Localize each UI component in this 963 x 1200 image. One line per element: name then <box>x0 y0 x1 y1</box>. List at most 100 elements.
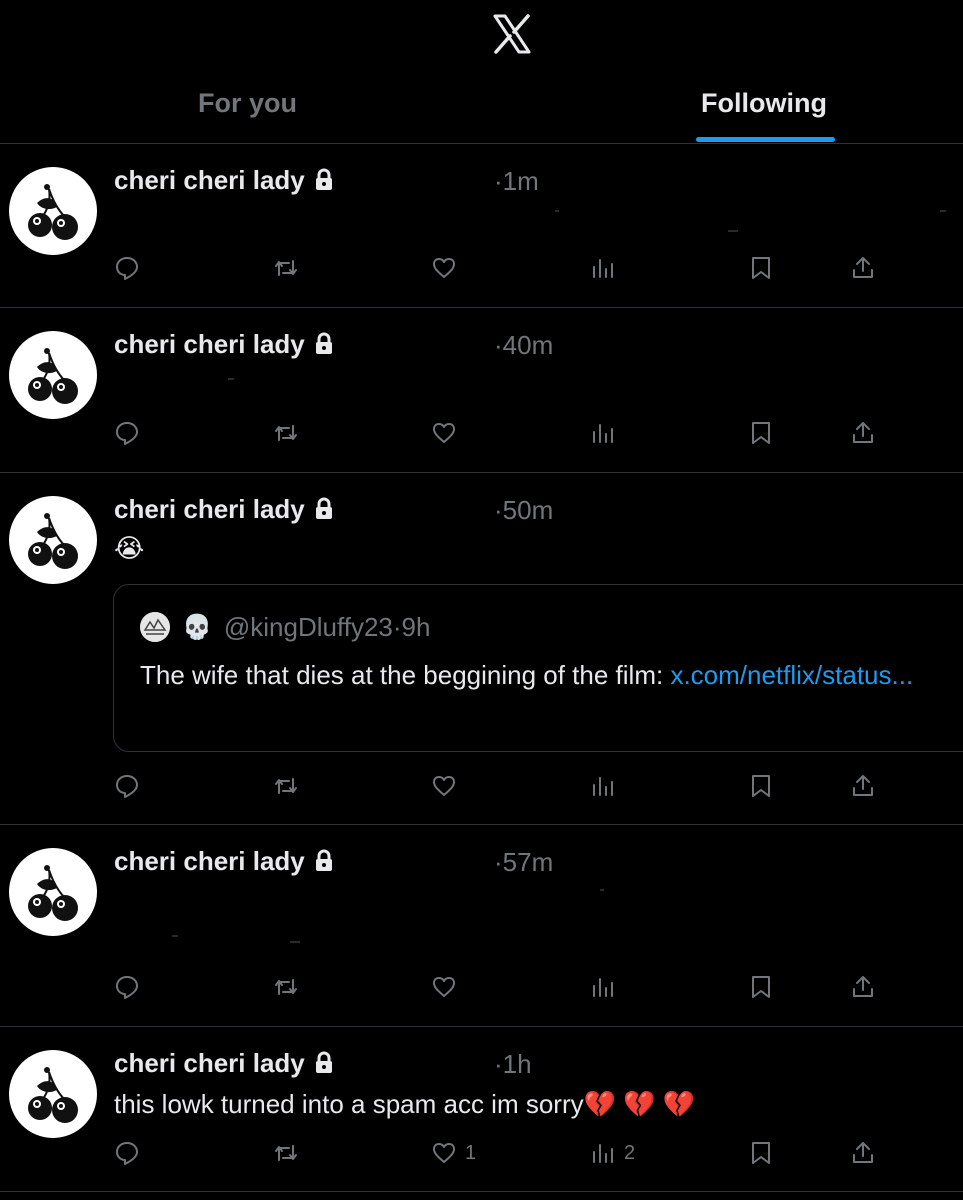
share-button[interactable] <box>850 415 876 451</box>
bookmark-icon <box>752 422 770 444</box>
post-time[interactable]: ·57m <box>494 847 553 878</box>
redaction-speck <box>172 935 178 937</box>
reply-icon <box>116 775 138 798</box>
reply-button[interactable] <box>114 768 148 804</box>
reply-button[interactable] <box>114 415 148 451</box>
bookmark-icon <box>752 1142 770 1164</box>
views-button[interactable] <box>590 969 624 1005</box>
views-button[interactable] <box>590 250 624 286</box>
avatar[interactable] <box>9 848 97 936</box>
like-button[interactable] <box>431 415 465 451</box>
redaction-speck <box>728 230 738 232</box>
display-name[interactable]: cheri cheri lady <box>114 846 305 877</box>
lock-icon <box>315 1051 332 1073</box>
quoted-avatar[interactable] <box>140 612 170 642</box>
cherry-avatar-icon <box>27 864 79 922</box>
reply-button[interactable] <box>114 969 148 1005</box>
share-button[interactable] <box>850 969 876 1005</box>
tab-following[interactable]: Following <box>701 88 827 128</box>
share-button[interactable] <box>850 1135 876 1171</box>
redaction-speck <box>290 941 300 943</box>
repost-button[interactable] <box>273 768 307 804</box>
cherry-avatar-icon <box>27 347 79 405</box>
lock-icon <box>315 168 332 190</box>
post-time[interactable]: ·1h <box>494 1049 532 1080</box>
bookmark-icon <box>752 775 770 797</box>
tweet-text: this lowk turned into a spam acc im sorr… <box>114 1089 696 1119</box>
reply-button[interactable] <box>114 1135 148 1171</box>
bookmark-button[interactable] <box>748 969 774 1005</box>
bookmark-icon <box>752 976 770 998</box>
share-icon <box>853 775 873 796</box>
quoted-tweet[interactable]: 💀 @kingDluffy23 ·9h The wife that dies a… <box>113 584 963 752</box>
lock-icon <box>315 849 332 871</box>
repost-icon <box>275 778 297 794</box>
display-name[interactable]: cheri cheri lady <box>114 165 305 196</box>
views-button[interactable] <box>590 415 624 451</box>
reply-button[interactable] <box>114 250 148 286</box>
quoted-handle[interactable]: @kingDluffy23 <box>224 612 393 643</box>
tweet[interactable]: cheri cheri lady ·57m <box>0 825 963 1027</box>
tab-for-you[interactable]: For you <box>198 88 297 128</box>
avatar[interactable] <box>9 1050 97 1138</box>
bookmark-button[interactable] <box>748 768 774 804</box>
quoted-time[interactable]: ·9h <box>393 612 431 643</box>
post-time[interactable]: ·1m <box>494 166 539 197</box>
like-button[interactable] <box>431 768 465 804</box>
share-icon <box>853 422 873 443</box>
views-count: 2 <box>624 1141 636 1164</box>
repost-icon <box>275 260 297 276</box>
views-icon <box>593 777 613 796</box>
heart-icon <box>433 977 455 997</box>
share-icon <box>853 1142 873 1163</box>
post-time[interactable]: ·40m <box>494 330 553 361</box>
repost-button[interactable] <box>273 969 307 1005</box>
redaction-speck <box>600 889 604 891</box>
heart-icon <box>433 1143 455 1163</box>
like-button[interactable] <box>431 969 465 1005</box>
lock-icon <box>315 497 332 519</box>
heart-icon <box>433 258 455 278</box>
share-button[interactable] <box>850 250 876 286</box>
tweet-text: 😭 <box>114 533 145 563</box>
repost-button[interactable] <box>273 250 307 286</box>
tweet[interactable]: cheri cheri lady ·40m <box>0 308 963 473</box>
reply-icon <box>116 1142 138 1165</box>
repost-icon <box>275 1145 297 1161</box>
share-button[interactable] <box>850 768 876 804</box>
repost-icon <box>275 979 297 995</box>
display-name[interactable]: cheri cheri lady <box>114 494 305 525</box>
quoted-text-body: The wife that dies at the beggining of t… <box>140 660 671 690</box>
quoted-text: The wife that dies at the beggining of t… <box>140 655 960 695</box>
views-button[interactable] <box>590 768 624 804</box>
lock-icon <box>315 332 332 354</box>
avatar[interactable] <box>9 496 97 584</box>
redaction-speck <box>555 210 559 212</box>
tweet[interactable]: cheri cheri lady ·50m 😭 💀 @kingDluffy23 … <box>0 473 963 825</box>
like-button[interactable] <box>431 250 465 286</box>
repost-button[interactable] <box>273 415 307 451</box>
bookmark-button[interactable] <box>748 415 774 451</box>
tweet-actions <box>0 969 963 1005</box>
bookmark-button[interactable] <box>748 250 774 286</box>
tweet[interactable]: cheri cheri lady ·1m <box>0 144 963 308</box>
avatar[interactable] <box>9 331 97 419</box>
post-time[interactable]: ·50m <box>494 495 553 526</box>
heart-icon <box>433 423 455 443</box>
views-button[interactable]: 2 <box>590 1135 635 1171</box>
x-logo-icon[interactable] <box>490 12 534 56</box>
cherry-avatar-icon <box>27 1066 79 1124</box>
views-icon <box>593 259 613 278</box>
display-name[interactable]: cheri cheri lady <box>114 329 305 360</box>
bookmark-button[interactable] <box>748 1135 774 1171</box>
display-name[interactable]: cheri cheri lady <box>114 1048 305 1079</box>
like-button[interactable]: 1 <box>431 1135 476 1171</box>
tweet[interactable]: cheri cheri lady ·1h this lowk turned in… <box>0 1027 963 1192</box>
share-icon <box>853 257 873 278</box>
avatar[interactable] <box>9 167 97 255</box>
quoted-link[interactable]: x.com/netflix/status... <box>670 660 913 690</box>
skull-emoji: 💀 <box>182 613 212 641</box>
top-header: For you Following <box>0 0 963 144</box>
tweet-actions <box>0 415 963 451</box>
repost-button[interactable] <box>273 1135 307 1171</box>
